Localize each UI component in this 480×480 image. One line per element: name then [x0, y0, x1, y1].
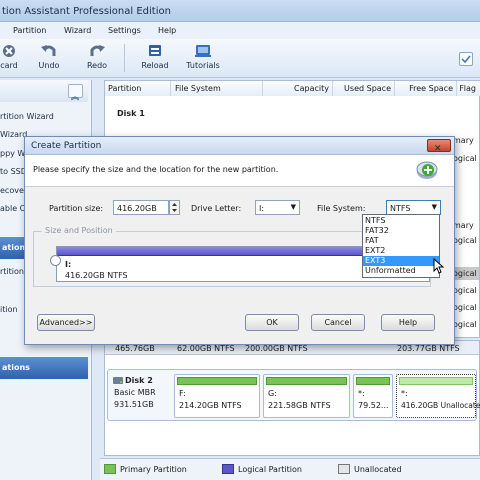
file-system-select[interactable]: NTFS ▼ — [386, 200, 441, 215]
flag-cell: ogical — [453, 303, 477, 312]
tutorials-icon — [195, 45, 211, 57]
view-toggle-button[interactable] — [459, 52, 473, 66]
partition-star[interactable]: *: 79.52... — [353, 374, 393, 418]
reload-icon — [149, 45, 161, 56]
partition-usage-bar — [399, 377, 473, 385]
flag-cell: ogical — [453, 236, 477, 245]
mouse-cursor-icon — [433, 258, 444, 274]
collapse-button[interactable]: ︽ — [68, 84, 83, 101]
reload-button[interactable]: Reload — [136, 41, 174, 75]
file-system-dropdown: NTFS FAT32 FAT EXT2 EXT3 Unformatted — [362, 214, 440, 278]
flag-cell: mary — [453, 136, 474, 145]
legend-logical: Logical Partition — [238, 465, 302, 474]
unallocated-swatch — [338, 464, 350, 474]
help-button[interactable]: Help — [381, 314, 435, 331]
sidebar-item-partition[interactable]: ition — [0, 305, 18, 314]
legend: Primary Partition Logical Partition Unal… — [100, 458, 480, 480]
disk2-row: Disk 2 Basic MBR 931.51GB F: 214.20GB NT… — [107, 369, 480, 421]
partition-usage-bar — [266, 377, 347, 385]
dialog-titlebar: Create Partition ✕ — [25, 137, 454, 155]
information-header: ations — [0, 357, 88, 379]
fs-option-ntfs[interactable]: NTFS — [363, 216, 439, 226]
close-icon: ✕ — [434, 144, 442, 154]
fs-option-fat[interactable]: FAT — [363, 236, 439, 246]
partition-usage-bar — [177, 377, 257, 385]
unallocated-space[interactable]: *: 416.20GB Unallocated — [396, 374, 480, 418]
fs-option-unformatted[interactable]: Unformatted — [363, 266, 439, 276]
advanced-button[interactable]: Advanced>> — [37, 314, 95, 331]
menu-partition[interactable]: Partition — [13, 26, 46, 35]
sidebar-item-create-partition[interactable]: rtition — [0, 267, 24, 276]
column-header-partition[interactable]: Partition — [105, 81, 171, 96]
flag-cell: ogical — [453, 269, 477, 278]
flag-cell: mary — [453, 221, 474, 230]
disk2-info[interactable]: Disk 2 Basic MBR 931.51GB — [112, 374, 172, 418]
disk-map: 465.76GB 62.00GB NTFS 200.00GB NTFS 203.… — [104, 340, 480, 456]
menu-bar: Partition Wizard Settings Help — [0, 22, 480, 39]
menu-help[interactable]: Help — [158, 26, 176, 35]
column-header-capacity[interactable]: Capacity — [263, 81, 333, 96]
file-system-label: File System: — [317, 204, 366, 213]
window-title: tion Assistant Professional Edition — [2, 6, 171, 17]
toolbar: card Undo Redo Reload Tutorials — [0, 39, 480, 78]
chevron-up-icon: ︽ — [71, 92, 79, 101]
partition-size-label: Partition size: — [49, 204, 104, 213]
toolbar-separator — [124, 44, 125, 72]
discard-button[interactable]: card — [0, 41, 28, 75]
add-partition-icon — [416, 161, 438, 179]
resize-handle-left[interactable] — [50, 255, 61, 266]
dialog-instruction: Please specify the size and the location… — [33, 165, 279, 174]
column-header-filesystem[interactable]: File System — [171, 81, 263, 96]
partition-size-stepper[interactable] — [169, 200, 180, 215]
partition-g[interactable]: G: 221.58GB NTFS — [263, 374, 350, 418]
legend-primary: Primary Partition — [120, 465, 187, 474]
sidebar-item-partition-wizard[interactable]: rtition Wizard — [0, 112, 54, 121]
redo-button[interactable]: Redo — [78, 41, 116, 75]
close-button[interactable]: ✕ — [427, 139, 451, 154]
dialog-title: Create Partition — [31, 141, 102, 151]
stepper-arrows-icon — [172, 203, 177, 212]
flag-cell: ogical — [453, 320, 477, 329]
sidebar-item-migrate-ssd[interactable]: to SSD — [0, 167, 27, 176]
flag-cell: ogical — [453, 154, 477, 163]
disk-icon — [113, 377, 123, 384]
fs-option-fat32[interactable]: FAT32 — [363, 226, 439, 236]
ok-button[interactable]: OK — [245, 314, 299, 331]
fs-option-ext2[interactable]: EXT2 — [363, 246, 439, 256]
fs-option-ext3[interactable]: EXT3 — [363, 256, 439, 266]
column-header-free[interactable]: Free Space — [395, 81, 457, 96]
legend-unallocated: Unallocated — [354, 465, 402, 474]
chevron-down-icon: ▼ — [290, 203, 296, 211]
partition-usage-bar — [356, 377, 390, 385]
menu-wizard[interactable]: Wizard — [64, 26, 91, 35]
column-header-flag[interactable]: Flag — [457, 81, 480, 96]
discard-icon — [3, 45, 15, 57]
partition-f[interactable]: F: 214.20GB NTFS — [174, 374, 260, 418]
primary-swatch — [104, 464, 116, 474]
logical-swatch — [222, 464, 234, 474]
window-titlebar: tion Assistant Professional Edition — [0, 0, 480, 22]
tutorials-button[interactable]: Tutorials — [184, 41, 222, 75]
column-header-used[interactable]: Used Space — [333, 81, 395, 96]
check-icon — [461, 55, 471, 64]
undo-button[interactable]: Undo — [30, 41, 68, 75]
redo-icon — [90, 45, 105, 56]
wizards-header: ︽ — [0, 80, 88, 102]
flag-cell: ogical — [453, 286, 477, 295]
drive-letter-select[interactable]: I: ▼ — [255, 200, 300, 215]
dialog-instruction-area: Please specify the size and the location… — [25, 155, 454, 187]
disk1-label: Disk 1 — [117, 109, 145, 118]
partition-size-input[interactable]: 416.20GB — [113, 200, 169, 215]
size-position-label: Size and Position — [42, 226, 116, 235]
cancel-button[interactable]: Cancel — [311, 314, 365, 331]
drive-letter-label: Drive Letter: — [191, 204, 242, 213]
undo-icon — [41, 45, 56, 56]
menu-settings[interactable]: Settings — [108, 26, 141, 35]
chevron-down-icon: ▼ — [431, 203, 437, 211]
